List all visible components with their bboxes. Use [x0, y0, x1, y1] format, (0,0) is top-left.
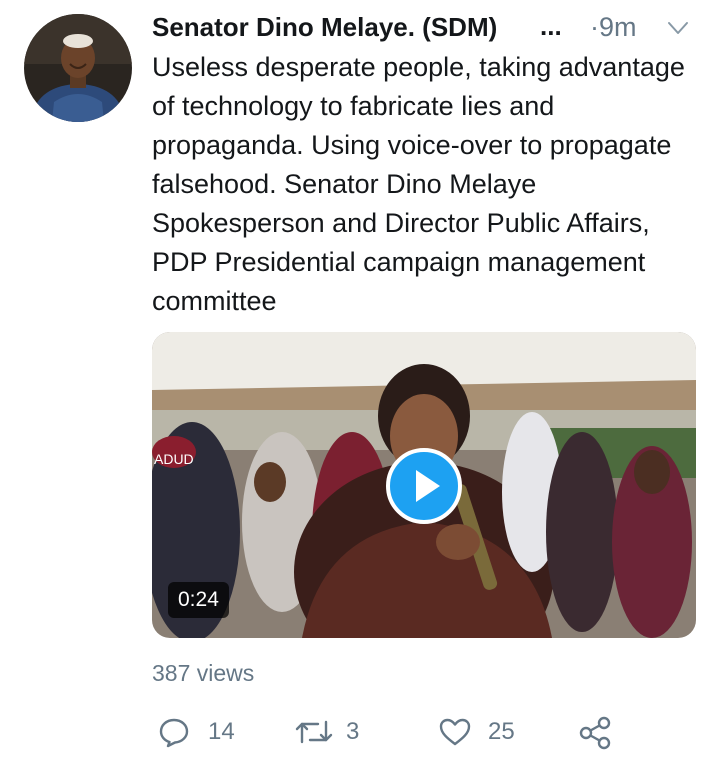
like-button[interactable]: 25: [438, 710, 528, 754]
heart-icon: [439, 718, 471, 746]
video-duration: 0:24: [168, 582, 229, 618]
retweet-button[interactable]: 3: [294, 710, 384, 754]
reply-icon: [159, 718, 189, 748]
author-name-truncation: ...: [540, 11, 562, 41]
view-count: 387 views: [152, 660, 255, 686]
banner-text: ADUD: [154, 451, 194, 467]
tweet-timestamp[interactable]: ·9m: [590, 10, 637, 44]
avatar-image: [24, 14, 132, 122]
tweet-header: Senator Dino Melaye. (SDM) ... ·9m: [152, 10, 700, 46]
tweet-actions: 14 3 25: [152, 710, 700, 754]
reply-button[interactable]: 14: [158, 710, 248, 754]
author-name[interactable]: Senator Dino Melaye. (SDM): [152, 10, 497, 44]
share-button[interactable]: [578, 710, 618, 754]
play-icon: [416, 470, 440, 502]
share-icon: [579, 716, 611, 750]
like-count: 25: [488, 718, 515, 745]
author-avatar[interactable]: [24, 14, 132, 122]
chevron-down-icon[interactable]: [666, 16, 690, 40]
retweet-icon: [295, 720, 333, 744]
play-button[interactable]: [386, 448, 462, 524]
tweet-text: Useless desperate people, taking advanta…: [152, 52, 685, 316]
retweet-count: 3: [346, 718, 360, 745]
reply-count: 14: [208, 718, 235, 745]
